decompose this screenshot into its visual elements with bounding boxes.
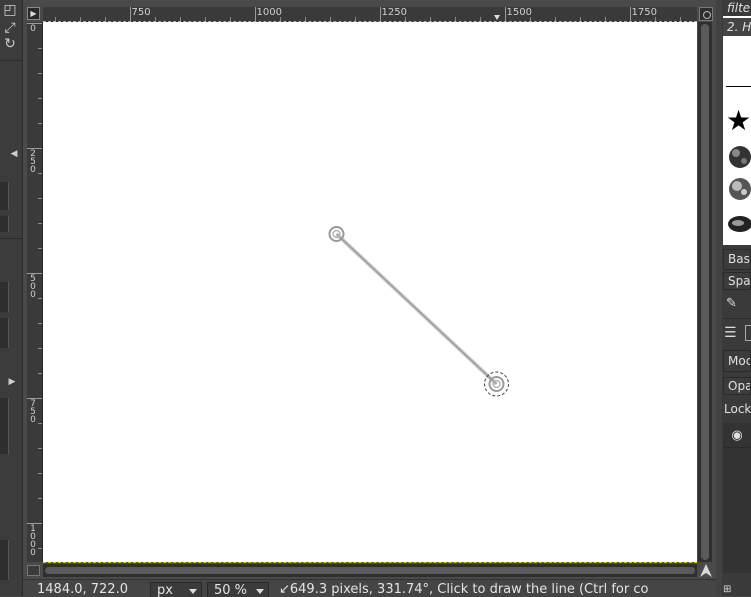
vertical-scrollbar-thumb[interactable]: [701, 24, 709, 560]
ruler-tick: [38, 73, 42, 74]
brush-texture-item-1[interactable]: [726, 142, 751, 172]
brush-star-icon[interactable]: ★: [726, 106, 751, 136]
canvas-boundary-bottom: [43, 562, 697, 563]
spacing-field[interactable]: Spac: [723, 272, 751, 290]
menu-arrow-button[interactable]: ▶: [27, 7, 40, 20]
unit-select-value: px: [157, 583, 173, 597]
ruler-label: 1000: [256, 7, 282, 18]
toolbox-dock: ◰ ⤢ ↻ ◀ ▶: [0, 0, 23, 596]
layers-tab-icon[interactable]: ☰: [724, 324, 742, 342]
pointer-coordinates: 1484.0, 722.0: [37, 582, 128, 597]
new-layer-icon[interactable]: ⊞: [723, 584, 739, 596]
layer-mode-select[interactable]: Moc: [723, 350, 751, 372]
brush-preset-select[interactable]: Basi: [723, 249, 751, 270]
ruler-tick: [38, 473, 42, 474]
ruler-tick: [38, 223, 42, 224]
horizontal-scrollbar-thumb[interactable]: [45, 567, 695, 574]
ruler-label: 750: [131, 7, 151, 18]
chevron-down-icon: [256, 589, 264, 594]
ruler-tick: [38, 423, 42, 424]
unit-select[interactable]: px: [150, 582, 202, 597]
ruler-label: 250: [30, 149, 36, 175]
horizontal-ruler[interactable]: 750 1000 1250 1500 1750: [43, 7, 697, 22]
ruler-label: 750: [30, 399, 36, 425]
image-canvas[interactable]: [43, 22, 697, 562]
ruler-tick: [379, 7, 381, 21]
ruler-label: 1750: [631, 7, 657, 18]
ruler-tick: [38, 123, 42, 124]
ruler-label: 1000: [30, 524, 36, 558]
ruler-tick: [38, 198, 42, 199]
pointer-position-marker: [493, 15, 500, 20]
tool-option-control[interactable]: [0, 182, 9, 210]
dock-separator[interactable]: [716, 0, 722, 596]
brush-texture-item-2[interactable]: [726, 174, 751, 204]
ruler-tick: [38, 323, 42, 324]
brush-line-item[interactable]: [726, 86, 751, 87]
ruler-tick: [38, 298, 42, 299]
eye-visibility-icon[interactable]: ◉: [726, 427, 748, 445]
horizontal-scrollbar[interactable]: [43, 564, 697, 577]
quick-mask-toggle[interactable]: [27, 565, 40, 576]
ruler-label: 1250: [381, 7, 407, 18]
layers-list[interactable]: ◉: [723, 423, 751, 573]
transform-tool-icon[interactable]: ⤢: [2, 20, 18, 36]
ruler-tick: [38, 498, 42, 499]
status-message: ↙649.3 pixels, 331.74°, Click to draw th…: [279, 582, 649, 597]
vertical-ruler[interactable]: 0 250 500 750 1000: [27, 22, 43, 562]
tool-option-field-2[interactable]: [0, 318, 9, 348]
ruler-tick: [38, 248, 42, 249]
ruler-tick: [38, 48, 42, 49]
collapse-left-icon[interactable]: ◀: [6, 146, 22, 162]
ruler-tick: [38, 373, 42, 374]
tool-option-field[interactable]: [0, 282, 9, 312]
ruler-tick: [38, 98, 42, 99]
tool-option-slider-2[interactable]: [0, 540, 9, 580]
panel-divider: [723, 318, 751, 319]
ruler-tick: [38, 173, 42, 174]
tool-option-spinner[interactable]: [0, 216, 9, 232]
edit-brush-icon[interactable]: ✎: [726, 296, 746, 312]
layer-row-divider: [723, 447, 751, 448]
canvas-boundary-top: [43, 21, 697, 22]
brush-texture-item-3[interactable]: [726, 212, 751, 236]
ruler-label: 0: [30, 24, 36, 34]
channels-tab-icon[interactable]: [745, 325, 751, 341]
ruler-tick: [38, 548, 42, 549]
ruler-tick: [504, 7, 506, 21]
brush-name-label: 2. Ha: [723, 18, 751, 36]
chevron-down-icon: [189, 589, 197, 594]
zoom-select-value: 50 %: [214, 583, 248, 597]
lock-label: Lock: [724, 402, 751, 416]
ruler-tick: [629, 7, 631, 21]
brush-filter-input[interactable]: filte: [723, 0, 751, 16]
tool-option-slider[interactable]: [0, 398, 9, 454]
zoom-select[interactable]: 50 %: [207, 582, 269, 597]
ruler-label: 500: [30, 274, 36, 300]
zoom-image-button[interactable]: [699, 7, 713, 21]
ruler-tick: [38, 448, 42, 449]
vertical-scrollbar[interactable]: [698, 22, 712, 562]
statusbar: 1484.0, 722.0 px 50 % ↙649.3 pixels, 331…: [23, 579, 716, 597]
ruler-tick: [38, 348, 42, 349]
ruler-tick: [129, 7, 131, 21]
line-tool-preview: [328, 226, 509, 397]
ruler-tick: [254, 7, 256, 21]
expand-icon[interactable]: ▶: [4, 374, 20, 390]
line-preview-stroke: [335, 233, 498, 385]
ruler-label: 1500: [506, 7, 532, 18]
crop-tool-icon[interactable]: ◰: [2, 2, 18, 18]
warp-tool-icon[interactable]: ↻: [2, 36, 18, 52]
layer-opacity-field[interactable]: Opa: [723, 377, 751, 395]
navigate-icon[interactable]: [699, 563, 713, 578]
